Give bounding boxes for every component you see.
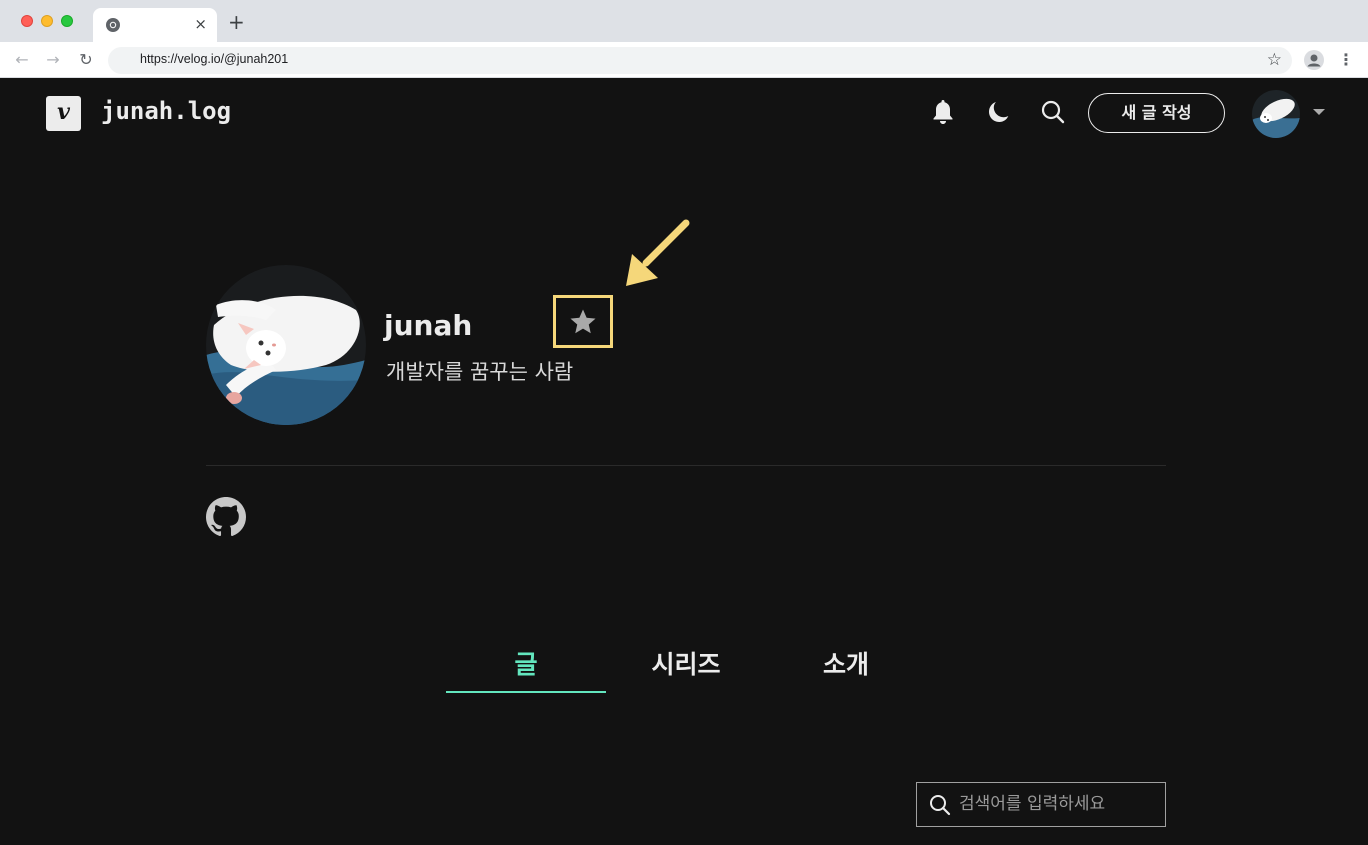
browser-profile-icon[interactable] (1304, 50, 1324, 70)
user-avatar[interactable] (1252, 90, 1300, 138)
bell-icon[interactable] (928, 97, 958, 127)
search-icon (930, 795, 951, 816)
forward-button[interactable]: → (43, 50, 63, 70)
annotation-arrow-icon (626, 219, 690, 286)
profile-avatar (206, 265, 366, 425)
back-button[interactable]: ← (12, 50, 32, 70)
profile-description: 개발자를 꿈꾸는 사람 (386, 360, 574, 384)
velog-logo[interactable]: v (46, 96, 81, 131)
bookmark-star-icon[interactable]: ☆ (1267, 50, 1282, 70)
search-icon[interactable] (1038, 97, 1068, 127)
new-tab-button[interactable]: + (228, 12, 245, 32)
chevron-down-icon[interactable] (1313, 109, 1325, 115)
tab-about[interactable]: 소개 (766, 645, 926, 681)
window-maximize-button[interactable] (61, 15, 73, 27)
chrome-icon (106, 18, 120, 32)
tab-posts[interactable]: 글 (446, 645, 606, 681)
address-bar[interactable]: https://velog.io/@junah201 ☆ (108, 47, 1292, 74)
site-header: v junah.log 새 글 작성 (0, 79, 1368, 145)
post-search-box[interactable] (916, 782, 1166, 827)
browser-tab[interactable]: × (93, 8, 217, 42)
tab-close-icon[interactable]: × (194, 14, 207, 34)
window-close-button[interactable] (21, 15, 33, 27)
reload-button[interactable]: ↻ (76, 50, 96, 70)
browser-toolbar: ← → ↻ https://velog.io/@junah201 ☆ ⋮ (0, 42, 1368, 78)
window-minimize-button[interactable] (41, 15, 53, 27)
address-url[interactable]: https://velog.io/@junah201 (140, 52, 288, 66)
blog-title[interactable]: junah.log (101, 97, 231, 125)
write-post-button[interactable]: 새 글 작성 (1088, 93, 1225, 133)
search-input[interactable] (959, 792, 1154, 816)
github-icon[interactable] (206, 497, 246, 537)
browser-tab-bar: × + (0, 0, 1368, 42)
favorite-highlight-box (553, 295, 613, 348)
browser-menu-icon[interactable]: ⋮ (1338, 49, 1354, 71)
tab-series[interactable]: 시리즈 (606, 645, 766, 681)
profile-divider (206, 465, 1166, 466)
profile-name[interactable]: junah (384, 309, 472, 342)
star-icon[interactable] (567, 307, 599, 337)
moon-icon[interactable] (983, 97, 1013, 127)
active-tab-indicator (446, 691, 606, 693)
